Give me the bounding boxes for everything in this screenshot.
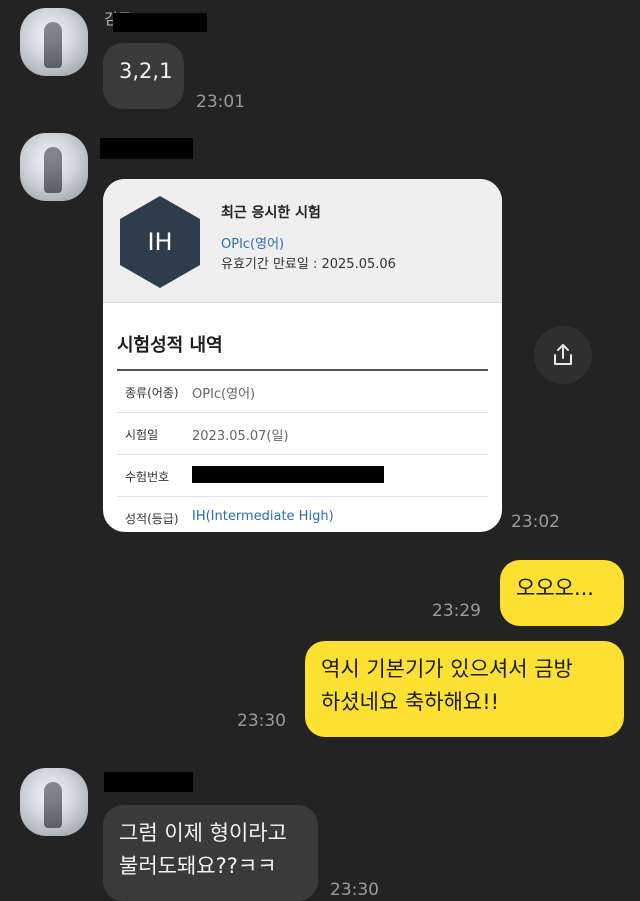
grade-badge-label: IH [147,228,173,256]
avatar[interactable] [20,8,88,76]
redacted-exam-number [192,466,384,483]
message-line: 그럼 이제 형이라고 [119,821,287,845]
section-title: 시험성적 내역 [117,335,223,356]
message-time: 23:30 [237,711,286,731]
row-value: IH(Intermediate High) [192,509,334,524]
row-label: 종류(어종) [125,386,179,400]
exam-result-card[interactable]: IH 최근 응시한 시험 OPIc(영어) 유효기간 만료일 : 2025.05… [103,179,502,532]
card-exam-name: OPIc(영어) [221,237,285,252]
message-bubble[interactable]: 오오오... [500,560,624,626]
avatar-figure [44,22,62,68]
message-time: 23:02 [511,512,560,532]
card-validity: 유효기간 만료일 : 2025.05.06 [221,257,396,272]
redacted-name [113,13,207,32]
avatar-figure [44,147,62,193]
card-title: 최근 응시한 시험 [221,205,321,221]
row-value: OPIc(영어) [192,387,256,402]
message-time: 23:01 [196,92,245,112]
row-label: 수험번호 [125,470,170,484]
grade-badge: IH [120,196,200,288]
table-row: 종류(어종) OPIc(영어) [117,371,488,413]
table-row: 성적(등급) IH(Intermediate High) [117,497,488,532]
redacted-name [100,138,193,159]
table-row: 시험일 2023.05.07(일) [117,413,488,455]
message-line: 하셨네요 축하해요!! [321,690,500,714]
message-time: 23:29 [432,601,481,621]
card-header: IH 최근 응시한 시험 OPIc(영어) 유효기간 만료일 : 2025.05… [103,179,502,303]
avatar[interactable] [20,768,88,836]
message-line: 불러도돼요??ㅋㅋ [119,854,277,878]
message-line: 역시 기본기가 있으셔서 금방 [321,657,573,681]
redacted-name [104,772,193,792]
message-bubble[interactable]: 3,2,1 [103,43,184,109]
message-time: 23:30 [330,880,379,900]
share-button[interactable] [534,326,592,384]
message-bubble[interactable]: 역시 기본기가 있으셔서 금방 하셨네요 축하해요!! [305,641,624,737]
row-label: 시험일 [125,428,159,442]
avatar-figure [44,782,62,828]
avatar[interactable] [20,133,88,201]
row-label: 성적(등급) [125,512,179,526]
row-value: 2023.05.07(일) [192,429,289,444]
share-icon [554,344,572,365]
table-row: 수험번호 [117,455,488,497]
message-bubble[interactable]: 그럼 이제 형이라고 불러도돼요??ㅋㅋ [103,805,318,901]
